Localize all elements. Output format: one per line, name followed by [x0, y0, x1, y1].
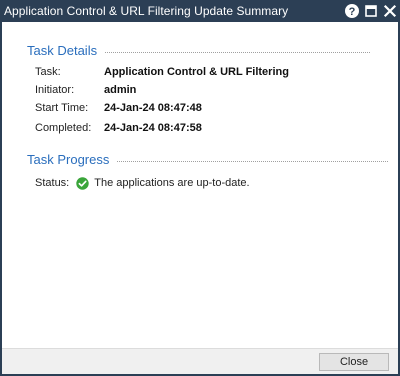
start-time-value: 24-Jan-24 08:47:48 — [104, 102, 202, 114]
task-details-header: Task Details — [27, 43, 371, 58]
title-bar-controls: ? — [341, 3, 398, 19]
svg-text:?: ? — [349, 6, 356, 18]
start-time-label: Start Time: — [35, 102, 89, 114]
initiator-label: Initiator: — [35, 84, 75, 96]
close-button[interactable]: Close — [319, 353, 389, 371]
title-bar[interactable]: Application Control & URL Filtering Upda… — [0, 0, 400, 22]
status-text: The applications are up-to-date. — [94, 177, 250, 189]
status-label: Status: — [35, 177, 70, 189]
status-row: Status: The applications are up-to-date. — [35, 175, 250, 191]
initiator-value: admin — [104, 84, 137, 96]
update-summary-dialog: Application Control & URL Filtering Upda… — [0, 0, 400, 376]
completed-label: Completed: — [35, 122, 92, 134]
task-value: Application Control & URL Filtering — [104, 66, 289, 78]
dialog-footer: Close — [2, 348, 398, 374]
maximize-icon[interactable] — [363, 3, 379, 19]
completed-value: 24-Jan-24 08:47:58 — [104, 122, 202, 134]
close-icon[interactable] — [382, 3, 398, 19]
task-details-title: Task Details — [27, 43, 98, 58]
dialog-content: Task Details Task: Application Control &… — [2, 22, 398, 348]
task-progress-title: Task Progress — [27, 152, 110, 167]
help-icon[interactable]: ? — [344, 3, 360, 19]
window-title: Application Control & URL Filtering Upda… — [4, 4, 289, 18]
task-progress-header: Task Progress — [27, 152, 389, 167]
section-divider — [105, 52, 371, 53]
check-circle-icon — [76, 176, 89, 190]
section-divider — [117, 161, 389, 162]
task-label: Task: — [35, 66, 61, 78]
